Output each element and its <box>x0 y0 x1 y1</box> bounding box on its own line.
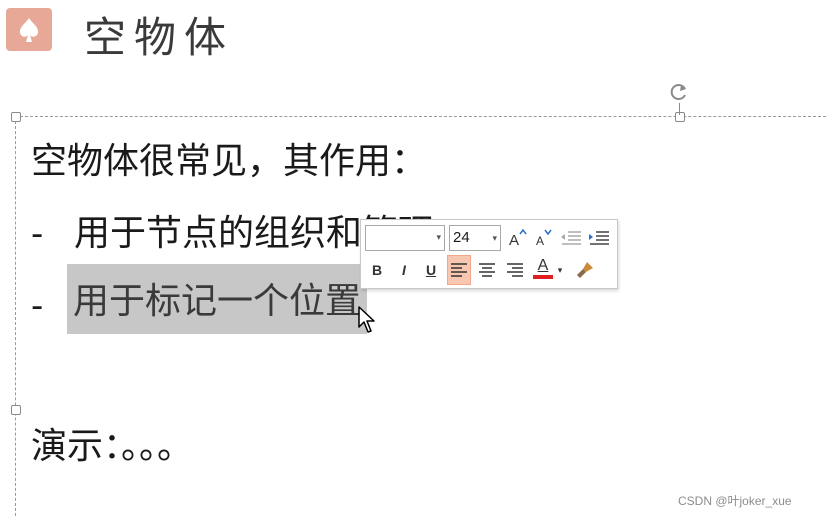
align-left-icon <box>451 263 467 277</box>
resize-handle-top-middle[interactable] <box>675 112 685 122</box>
grow-font-button[interactable]: A <box>505 225 529 251</box>
font-size-value: 24 <box>453 229 470 246</box>
paintbrush-icon <box>577 262 593 278</box>
textbox-border-top <box>15 116 826 117</box>
increase-indent-icon <box>589 231 609 245</box>
font-size-select[interactable]: 24 ▾ <box>449 225 501 251</box>
font-color-swatch <box>533 275 553 279</box>
chevron-down-icon: ▾ <box>436 233 441 243</box>
align-right-button[interactable] <box>503 257 527 283</box>
bullet-marker: - <box>31 286 44 326</box>
chevron-down-icon: ▾ <box>492 233 497 243</box>
mouse-pointer-icon <box>358 306 376 338</box>
italic-button[interactable]: I <box>392 257 416 283</box>
svg-text:A: A <box>509 232 519 248</box>
svg-text:A: A <box>536 234 544 248</box>
format-painter-button[interactable] <box>573 257 597 283</box>
shrink-font-button[interactable]: A <box>531 225 555 251</box>
increase-indent-button[interactable] <box>587 225 611 251</box>
slide-title[interactable]: 空物体 <box>84 4 234 65</box>
title-bullet-icon <box>6 8 52 51</box>
underline-button[interactable]: U <box>419 257 443 283</box>
selected-text[interactable]: 用于标记一个位置 <box>67 264 368 334</box>
align-left-button[interactable] <box>447 255 471 285</box>
watermark: CSDN @叶joker_xue <box>678 494 792 508</box>
font-color-button[interactable]: A <box>531 255 555 281</box>
rotate-handle-icon[interactable] <box>667 80 691 104</box>
textbox-border-left <box>15 116 16 516</box>
align-right-icon <box>507 263 523 277</box>
bullet-marker: - <box>31 214 44 254</box>
rotate-stem <box>679 103 680 115</box>
shrink-font-icon: A <box>536 229 552 248</box>
decrease-indent-icon <box>561 231 581 245</box>
align-center-icon <box>479 263 495 277</box>
resize-handle-top-left[interactable] <box>11 112 21 122</box>
grow-font-icon: A <box>509 228 527 248</box>
demo-line[interactable]: 演示：。。。 <box>31 427 193 467</box>
font-color-label: A <box>537 257 549 274</box>
font-name-select[interactable]: ▾ <box>365 225 445 251</box>
bold-button[interactable]: B <box>365 257 389 283</box>
resize-handle-left-middle[interactable] <box>11 405 21 415</box>
mini-format-toolbar: ▾ 24 ▾ A A B I U A ▾ <box>360 219 618 289</box>
align-center-button[interactable] <box>475 257 499 283</box>
spade-icon <box>19 17 39 42</box>
decrease-indent-button[interactable] <box>559 225 583 251</box>
intro-line[interactable]: 空物体很常见，其作用： <box>31 142 427 182</box>
bullet-item-2[interactable]: 用于标记一个位置 <box>67 264 368 334</box>
chevron-down-icon[interactable]: ▾ <box>554 257 566 283</box>
